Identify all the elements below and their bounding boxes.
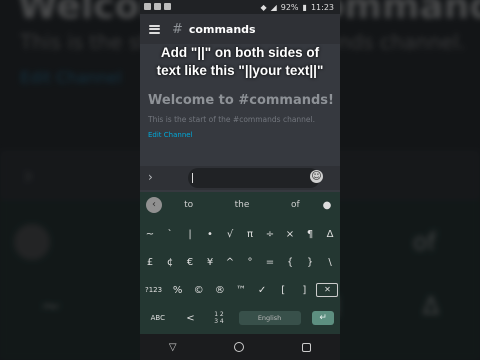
key[interactable]: π (241, 229, 259, 240)
nav-recents-icon[interactable] (302, 342, 312, 352)
channel-start-text: This is the start of the #commands chann… (148, 115, 316, 124)
message-input[interactable] (188, 168, 320, 188)
keyboard: ‹ to the of ● ~ ` | • √ π ÷ × ¶ Δ £ ¢ € … (140, 192, 340, 334)
status-bar: ◆ ◢ 92% ▮ 11:23 (140, 0, 340, 14)
nav-bar: ▽ (140, 334, 340, 360)
key[interactable]: ° (241, 257, 259, 268)
phone-screen: ◆ ◢ 92% ▮ 11:23 # commands Add "||" on b… (140, 0, 340, 360)
hash-icon: # (172, 21, 183, 37)
key-row-1: ~ ` | • √ π ÷ × ¶ Δ (140, 222, 340, 246)
edit-channel-link[interactable]: Edit Channel (148, 131, 193, 139)
key[interactable]: • (201, 229, 219, 240)
mic-icon[interactable]: ● (322, 200, 332, 211)
key[interactable]: \ (321, 257, 339, 268)
text-caret (192, 173, 193, 183)
enter-key[interactable]: ↵ (312, 311, 335, 325)
welcome-heading: Welcome to #commands! (148, 93, 334, 108)
numpad-label-bottom: 3 4 (214, 318, 224, 325)
key[interactable]: ` (161, 229, 179, 240)
key[interactable]: √ (221, 229, 239, 240)
key[interactable]: | (181, 229, 199, 240)
suggestion[interactable]: to (162, 200, 215, 210)
caption-line-1: Add "||" on both sides of (160, 45, 320, 60)
nav-home-icon[interactable] (234, 342, 245, 352)
key[interactable]: × (281, 229, 299, 240)
battery-percent: 92% (280, 2, 299, 12)
nav-back-icon[interactable]: ▽ (169, 342, 177, 353)
key[interactable]: £ (141, 257, 159, 268)
chevron-right-icon[interactable]: › (148, 170, 153, 184)
signal-icon: ◢ (270, 2, 277, 12)
abc-key[interactable]: ABC (146, 314, 170, 322)
backspace-icon[interactable]: ✕ (316, 283, 339, 297)
suggestion[interactable]: of (269, 200, 322, 210)
caption-line-2: text like this "||your text||" (156, 63, 324, 78)
notification-icon (144, 3, 151, 10)
channel-name[interactable]: commands (189, 23, 256, 36)
key-row-2: £ ¢ € ¥ ^ ° = { } \ (140, 250, 340, 274)
key[interactable]: ® (211, 285, 229, 296)
menu-icon[interactable] (149, 24, 160, 34)
clock: 11:23 (310, 2, 334, 12)
overlay-caption: Add "||" on both sides of text like this… (140, 44, 340, 80)
key[interactable]: { (281, 257, 299, 268)
key[interactable]: = (261, 257, 279, 268)
suggestion-strip: ‹ to the of ● (140, 192, 340, 218)
battery-icon: ▮ (302, 2, 307, 12)
notification-icon (154, 3, 161, 10)
numpad-key[interactable]: 1 2 3 4 (211, 311, 227, 325)
key[interactable]: ™ (232, 285, 250, 296)
app-bar: # commands (140, 14, 340, 44)
symbols-switch-key[interactable]: ?123 (142, 286, 166, 294)
numpad-label-top: 1 2 (214, 311, 224, 318)
key[interactable]: € (181, 257, 199, 268)
key-row-3: ?123 % © ® ™ ✓ [ ] ✕ (140, 278, 340, 302)
key[interactable]: ✓ (253, 285, 271, 296)
key[interactable]: Δ (321, 229, 339, 240)
key[interactable]: ÷ (261, 229, 279, 240)
message-composer: › ☺ (140, 166, 340, 190)
wifi-icon: ◆ (260, 2, 267, 12)
key-row-4: ABC < 1 2 3 4 English ↵ (140, 306, 340, 330)
key[interactable]: ¥ (201, 257, 219, 268)
back-arrow-icon[interactable]: ‹ (146, 197, 162, 213)
key[interactable]: ] (295, 285, 313, 296)
space-bar[interactable]: English (238, 311, 301, 325)
suggestion[interactable]: the (215, 200, 268, 210)
key[interactable]: } (301, 257, 319, 268)
key[interactable]: ~ (141, 229, 159, 240)
key[interactable]: < (181, 313, 199, 324)
key[interactable]: ^ (221, 257, 239, 268)
key[interactable]: © (190, 285, 208, 296)
key[interactable]: % (169, 285, 187, 296)
key[interactable]: [ (274, 285, 292, 296)
key[interactable]: ¶ (301, 229, 319, 240)
notification-icon (164, 3, 171, 10)
emoji-icon[interactable]: ☺ (310, 170, 323, 183)
key[interactable]: ¢ (161, 257, 179, 268)
